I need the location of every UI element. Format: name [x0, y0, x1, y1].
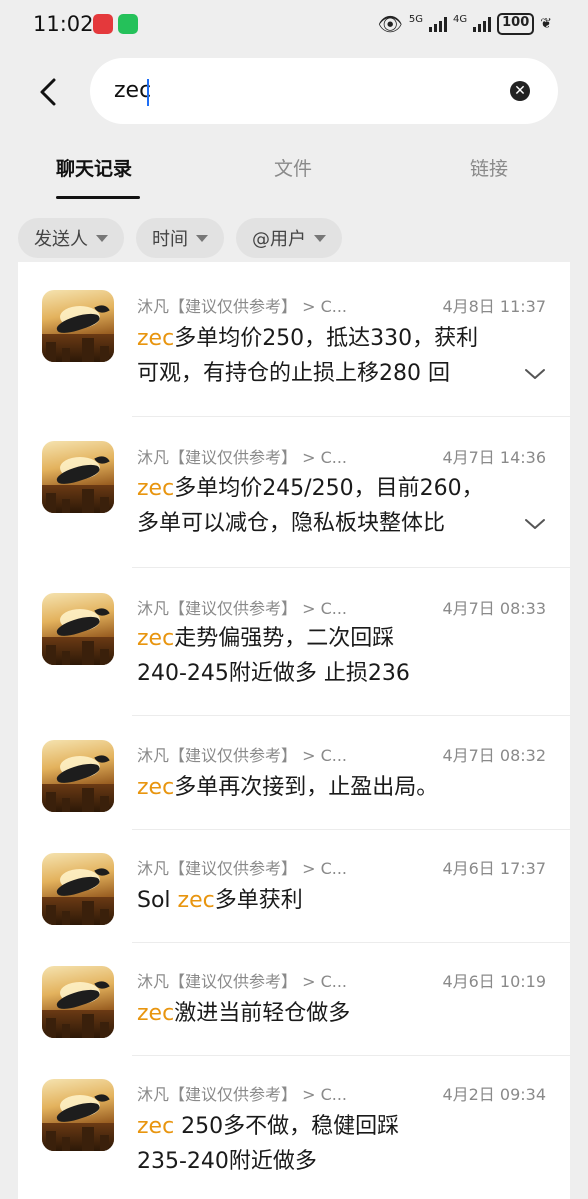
message-text: zec多单均价250，抵达330，获利可观，有持仓的止损上移280 回 — [137, 321, 509, 391]
list-item[interactable]: 沐凡【建议仅供参考】 > C... 4月7日 08:32 zec多单再次接到，止… — [18, 716, 570, 829]
avatar — [42, 593, 114, 665]
active-tab-indicator — [56, 196, 140, 199]
filter-sender-label: 发送人 — [34, 229, 88, 250]
results-list: 沐凡【建议仅供参考】 > C... 4月8日 11:37 zec多单均价250，… — [18, 262, 570, 1199]
network-label-a: 5G — [408, 13, 423, 25]
text-line-2: 240-245附近做多 止损236 — [137, 661, 410, 686]
keyword-highlight: zec — [137, 476, 175, 501]
clear-search-button[interactable]: ✕ — [510, 81, 530, 101]
text-line-2: 多单可以减仓，隐私板块整体比 — [137, 511, 446, 536]
keyword-highlight: zec — [137, 1001, 175, 1026]
keyword-highlight: zec — [137, 775, 175, 800]
eye-icon: 👁 — [377, 12, 403, 36]
list-item[interactable]: 沐凡【建议仅供参考】 > C... 4月6日 10:19 zec激进当前轻仓做多 — [18, 943, 570, 1055]
message-date: 4月7日 14:36 — [442, 448, 546, 467]
message-date: 4月7日 08:32 — [442, 746, 546, 765]
filter-mention-label: @用户 — [252, 229, 306, 250]
wechat-notification-icon — [118, 14, 138, 34]
text-line-1: 多单均价250，抵达330，获利 — [174, 326, 479, 351]
keyword-highlight: zec — [137, 1114, 175, 1139]
search-query: zec — [114, 78, 152, 103]
text-line-1: 走势偏强势，二次回踩 — [174, 626, 395, 651]
avatar — [42, 1079, 114, 1151]
sender-name: 沐凡【建议仅供参考】 > C... — [137, 448, 348, 467]
filter-sender[interactable]: 发送人 — [18, 218, 124, 258]
message-text: zec 250多不做，稳健回踩 235-240附近做多 — [137, 1109, 509, 1179]
expand-button[interactable] — [524, 366, 546, 380]
list-item[interactable]: 沐凡【建议仅供参考】 > C... 4月6日 17:37 Sol zec多单获利 — [18, 830, 570, 942]
tab-files[interactable]: 文件 — [274, 154, 312, 181]
sender-name: 沐凡【建议仅供参考】 > C... — [137, 599, 348, 618]
sender-name: 沐凡【建议仅供参考】 > C... — [137, 297, 348, 316]
chevron-down-icon — [525, 519, 545, 529]
power-saving-icon: ❦ — [540, 16, 552, 32]
status-indicators: 👁 5G 4G 100 ❦ — [377, 12, 552, 36]
text-line-1: 激进当前轻仓做多 — [174, 1001, 351, 1026]
signal-icon-2 — [473, 16, 492, 32]
tab-chat-records[interactable]: 聊天记录 — [56, 154, 132, 181]
text-line-1: 250多不做，稳健回踩 — [174, 1114, 400, 1139]
keyword-highlight: zec — [177, 888, 215, 913]
search-input[interactable]: zec ✕ — [90, 58, 558, 124]
avatar — [42, 290, 114, 362]
chevron-down-icon — [525, 369, 545, 379]
sender-name: 沐凡【建议仅供参考】 > C... — [137, 1085, 348, 1104]
signal-icon — [429, 16, 447, 32]
sender-name: 沐凡【建议仅供参考】 > C... — [137, 746, 348, 765]
search-header: zec ✕ — [0, 58, 588, 126]
network-label-b: 4G — [453, 13, 468, 25]
avatar — [42, 740, 114, 812]
avatar — [42, 853, 114, 925]
message-date: 4月7日 08:33 — [442, 599, 546, 618]
avatar — [42, 441, 114, 513]
app-notification-icon — [93, 14, 113, 34]
dropdown-arrow-icon — [196, 234, 208, 242]
list-item[interactable]: 沐凡【建议仅供参考】 > C... 4月7日 14:36 zec多单均价245/… — [18, 417, 570, 567]
message-date: 4月2日 09:34 — [442, 1085, 546, 1104]
message-text: zec激进当前轻仓做多 — [137, 996, 509, 1031]
status-time: 11:02 — [33, 12, 94, 36]
result-tabs: 聊天记录 文件 链接 — [0, 140, 588, 202]
text-line-2: 235-240附近做多 — [137, 1149, 317, 1174]
text-line-1: 多单获利 — [214, 888, 303, 913]
sender-name: 沐凡【建议仅供参考】 > C... — [137, 859, 348, 878]
sender-name: 沐凡【建议仅供参考】 > C... — [137, 972, 348, 991]
dropdown-arrow-icon — [96, 234, 108, 242]
message-date: 4月6日 10:19 — [442, 972, 546, 991]
text-line-1: 多单再次接到，止盈出局。 — [174, 775, 439, 800]
message-text: zec走势偏强势，二次回踩 240-245附近做多 止损236 — [137, 621, 509, 691]
filter-bar: 发送人 时间 @用户 — [18, 218, 342, 258]
tab-links[interactable]: 链接 — [470, 154, 508, 181]
chevron-left-icon — [40, 78, 56, 106]
filter-time[interactable]: 时间 — [136, 218, 224, 258]
text-line-1: 多单均价245/250，目前260， — [174, 476, 484, 501]
message-text: zec多单再次接到，止盈出局。 — [137, 770, 509, 805]
list-item[interactable]: 沐凡【建议仅供参考】 > C... 4月2日 09:34 zec 250多不做，… — [18, 1056, 570, 1199]
filter-time-label: 时间 — [152, 229, 188, 250]
message-date: 4月6日 17:37 — [442, 859, 546, 878]
keyword-highlight: zec — [137, 626, 175, 651]
text-cursor — [147, 79, 149, 106]
expand-button[interactable] — [524, 516, 546, 530]
back-button[interactable] — [34, 76, 62, 108]
status-bar: 11:02 👁 5G 4G 100 ❦ — [0, 0, 588, 50]
list-item[interactable]: 沐凡【建议仅供参考】 > C... 4月8日 11:37 zec多单均价250，… — [18, 262, 570, 416]
keyword-highlight: zec — [137, 326, 175, 351]
avatar — [42, 966, 114, 1038]
message-text: zec多单均价245/250，目前260， 多单可以减仓，隐私板块整体比 — [137, 471, 509, 541]
message-date: 4月8日 11:37 — [442, 297, 546, 316]
dropdown-arrow-icon — [314, 234, 326, 242]
filter-mention[interactable]: @用户 — [236, 218, 342, 258]
list-item[interactable]: 沐凡【建议仅供参考】 > C... 4月7日 08:33 zec走势偏强势，二次… — [18, 568, 570, 715]
text-prefix: Sol — [137, 888, 178, 913]
text-line-2: 可观，有持仓的止损上移280 回 — [137, 361, 450, 386]
message-text: Sol zec多单获利 — [137, 883, 509, 918]
battery-indicator: 100 — [497, 13, 535, 35]
